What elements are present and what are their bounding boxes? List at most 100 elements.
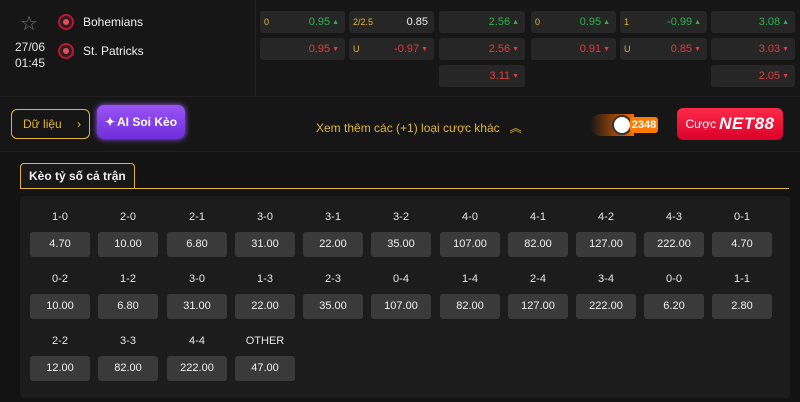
score-option[interactable]: 2-4 127.00 <box>508 271 568 319</box>
odds-cell[interactable]: U -0.97 <box>349 38 434 60</box>
score-odds-button[interactable]: 82.00 <box>98 356 158 381</box>
favorite-star-icon[interactable]: ☆ <box>20 14 40 34</box>
score-odds-button[interactable]: 82.00 <box>440 294 500 319</box>
match-time: 01:45 <box>14 56 46 70</box>
score-option[interactable]: 3-4 222.00 <box>576 271 636 319</box>
score-option[interactable]: 2-3 35.00 <box>303 271 363 319</box>
tab-correct-score[interactable]: Kèo tỷ số cả trận <box>20 163 135 189</box>
score-label: 2-1 <box>189 211 205 223</box>
away-team-name: St. Patricks <box>83 44 144 58</box>
odds-cell[interactable]: 3.11 <box>439 65 525 87</box>
score-option[interactable]: 2-2 12.00 <box>30 333 90 381</box>
away-team[interactable]: St. Patricks <box>58 40 144 62</box>
score-odds-button[interactable]: 107.00 <box>440 232 500 257</box>
score-label: 1-3 <box>257 273 273 285</box>
odds-value: 2.56 <box>489 43 519 55</box>
score-option[interactable]: 0-2 10.00 <box>30 271 90 319</box>
score-odds-button[interactable]: 2.80 <box>712 294 772 319</box>
score-option[interactable]: 4-2 127.00 <box>576 209 636 257</box>
odds-value: 0.95 <box>309 16 339 28</box>
score-odds-button[interactable]: 22.00 <box>235 294 295 319</box>
score-option[interactable]: 1-0 4.70 <box>30 209 90 257</box>
score-odds-button[interactable]: 222.00 <box>167 356 227 381</box>
score-option[interactable]: 0-0 6.20 <box>644 271 704 319</box>
column-divider <box>255 0 256 96</box>
bet-net88-button[interactable]: Cược NET88 <box>677 108 783 140</box>
score-option[interactable]: 1-4 82.00 <box>440 271 500 319</box>
score-odds-button[interactable]: 47.00 <box>235 356 295 381</box>
home-team[interactable]: Bohemians <box>58 11 143 33</box>
score-option[interactable]: 1-1 2.80 <box>712 271 772 319</box>
score-odds-button[interactable]: 222.00 <box>576 294 636 319</box>
score-option[interactable]: 0-4 107.00 <box>371 271 431 319</box>
odds-value: 0.91 <box>580 43 610 55</box>
odds-value: 2.05 <box>759 70 789 82</box>
promo-number: 2348 <box>630 117 658 133</box>
score-odds-button[interactable]: 4.70 <box>30 232 90 257</box>
odds-cell[interactable]: U 0.85 <box>620 38 707 60</box>
score-odds-button[interactable]: 82.00 <box>508 232 568 257</box>
brand-logo: NET88 <box>719 114 775 133</box>
score-odds-button[interactable]: 127.00 <box>508 294 568 319</box>
score-odds-button[interactable]: 10.00 <box>30 294 90 319</box>
score-option[interactable]: 2-0 10.00 <box>98 209 158 257</box>
score-odds-button[interactable]: 31.00 <box>167 294 227 319</box>
score-odds-button[interactable]: 31.00 <box>235 232 295 257</box>
score-option[interactable]: 3-0 31.00 <box>167 271 227 319</box>
data-button-label: Dữ liệu <box>23 117 62 131</box>
odds-cell[interactable]: 0.91 <box>531 38 616 60</box>
score-option[interactable]: 4-1 82.00 <box>508 209 568 257</box>
odds-value: 0.85 <box>671 43 701 55</box>
score-odds-button[interactable]: 4.70 <box>712 232 772 257</box>
odds-cell[interactable]: 3.03 <box>711 38 795 60</box>
score-option[interactable]: 4-0 107.00 <box>440 209 500 257</box>
data-button[interactable]: Dữ liệu › <box>11 109 90 139</box>
more-bets-label: Xem thêm các (+1) loại cược khác <box>316 120 500 135</box>
odds-cell[interactable]: 2/2.5 0.85 <box>349 11 434 33</box>
score-odds-button[interactable]: 6.80 <box>98 294 158 319</box>
match-date: 27/06 <box>14 40 46 54</box>
score-odds-button[interactable]: 107.00 <box>371 294 431 319</box>
more-bets-toggle[interactable]: Xem thêm các (+1) loại cược khác ︽ <box>316 119 522 136</box>
handicap-label: 1 <box>624 17 630 27</box>
score-label: 0-0 <box>666 273 682 285</box>
score-option[interactable]: 1-2 6.80 <box>98 271 158 319</box>
score-option[interactable]: 3-2 35.00 <box>371 209 431 257</box>
odds-cell[interactable]: 2.05 <box>711 65 795 87</box>
score-option[interactable]: OTHER 47.00 <box>235 333 295 381</box>
odds-cell[interactable]: 2.56 <box>439 38 525 60</box>
odds-cell[interactable]: 0 0.95 <box>531 11 616 33</box>
odds-cell[interactable]: 1 -0.99 <box>620 11 707 33</box>
score-option[interactable]: 4-4 222.00 <box>167 333 227 381</box>
score-label: 4-3 <box>666 211 682 223</box>
odds-cell[interactable]: 3.08 <box>711 11 795 33</box>
score-option[interactable]: 3-3 82.00 <box>98 333 158 381</box>
score-label: 1-2 <box>120 273 136 285</box>
score-odds-button[interactable]: 127.00 <box>576 232 636 257</box>
score-option[interactable]: 4-3 222.00 <box>644 209 704 257</box>
score-label: 0-1 <box>734 211 750 223</box>
score-odds-button[interactable]: 222.00 <box>644 232 704 257</box>
score-label: 3-4 <box>598 273 614 285</box>
ai-analysis-button[interactable]: ✦ AI Soi Kèo <box>97 105 185 139</box>
score-odds-button[interactable]: 35.00 <box>371 232 431 257</box>
odds-cell[interactable]: 0 0.95 <box>260 11 345 33</box>
score-odds-button[interactable]: 12.00 <box>30 356 90 381</box>
score-option[interactable]: 0-1 4.70 <box>712 209 772 257</box>
odds-cell[interactable]: 2.56 <box>439 11 525 33</box>
correct-score-panel: Kèo tỷ số cả trận 1-0 4.70 2-0 10.00 2-1 6.80… <box>11 153 790 398</box>
score-odds-button[interactable]: 6.20 <box>644 294 704 319</box>
promo-badge[interactable]: 2348 <box>590 114 668 136</box>
score-option[interactable]: 2-1 6.80 <box>167 209 227 257</box>
odds-value: 0.95 <box>309 43 339 55</box>
odds-value: -0.99 <box>667 16 701 28</box>
score-option[interactable]: 1-3 22.00 <box>235 271 295 319</box>
score-odds-button[interactable]: 35.00 <box>303 294 363 319</box>
score-odds-button[interactable]: 6.80 <box>167 232 227 257</box>
score-label: 2-3 <box>325 273 341 285</box>
score-option[interactable]: 3-1 22.00 <box>303 209 363 257</box>
odds-cell[interactable]: 0.95 <box>260 38 345 60</box>
score-odds-button[interactable]: 22.00 <box>303 232 363 257</box>
score-option[interactable]: 3-0 31.00 <box>235 209 295 257</box>
score-odds-button[interactable]: 10.00 <box>98 232 158 257</box>
